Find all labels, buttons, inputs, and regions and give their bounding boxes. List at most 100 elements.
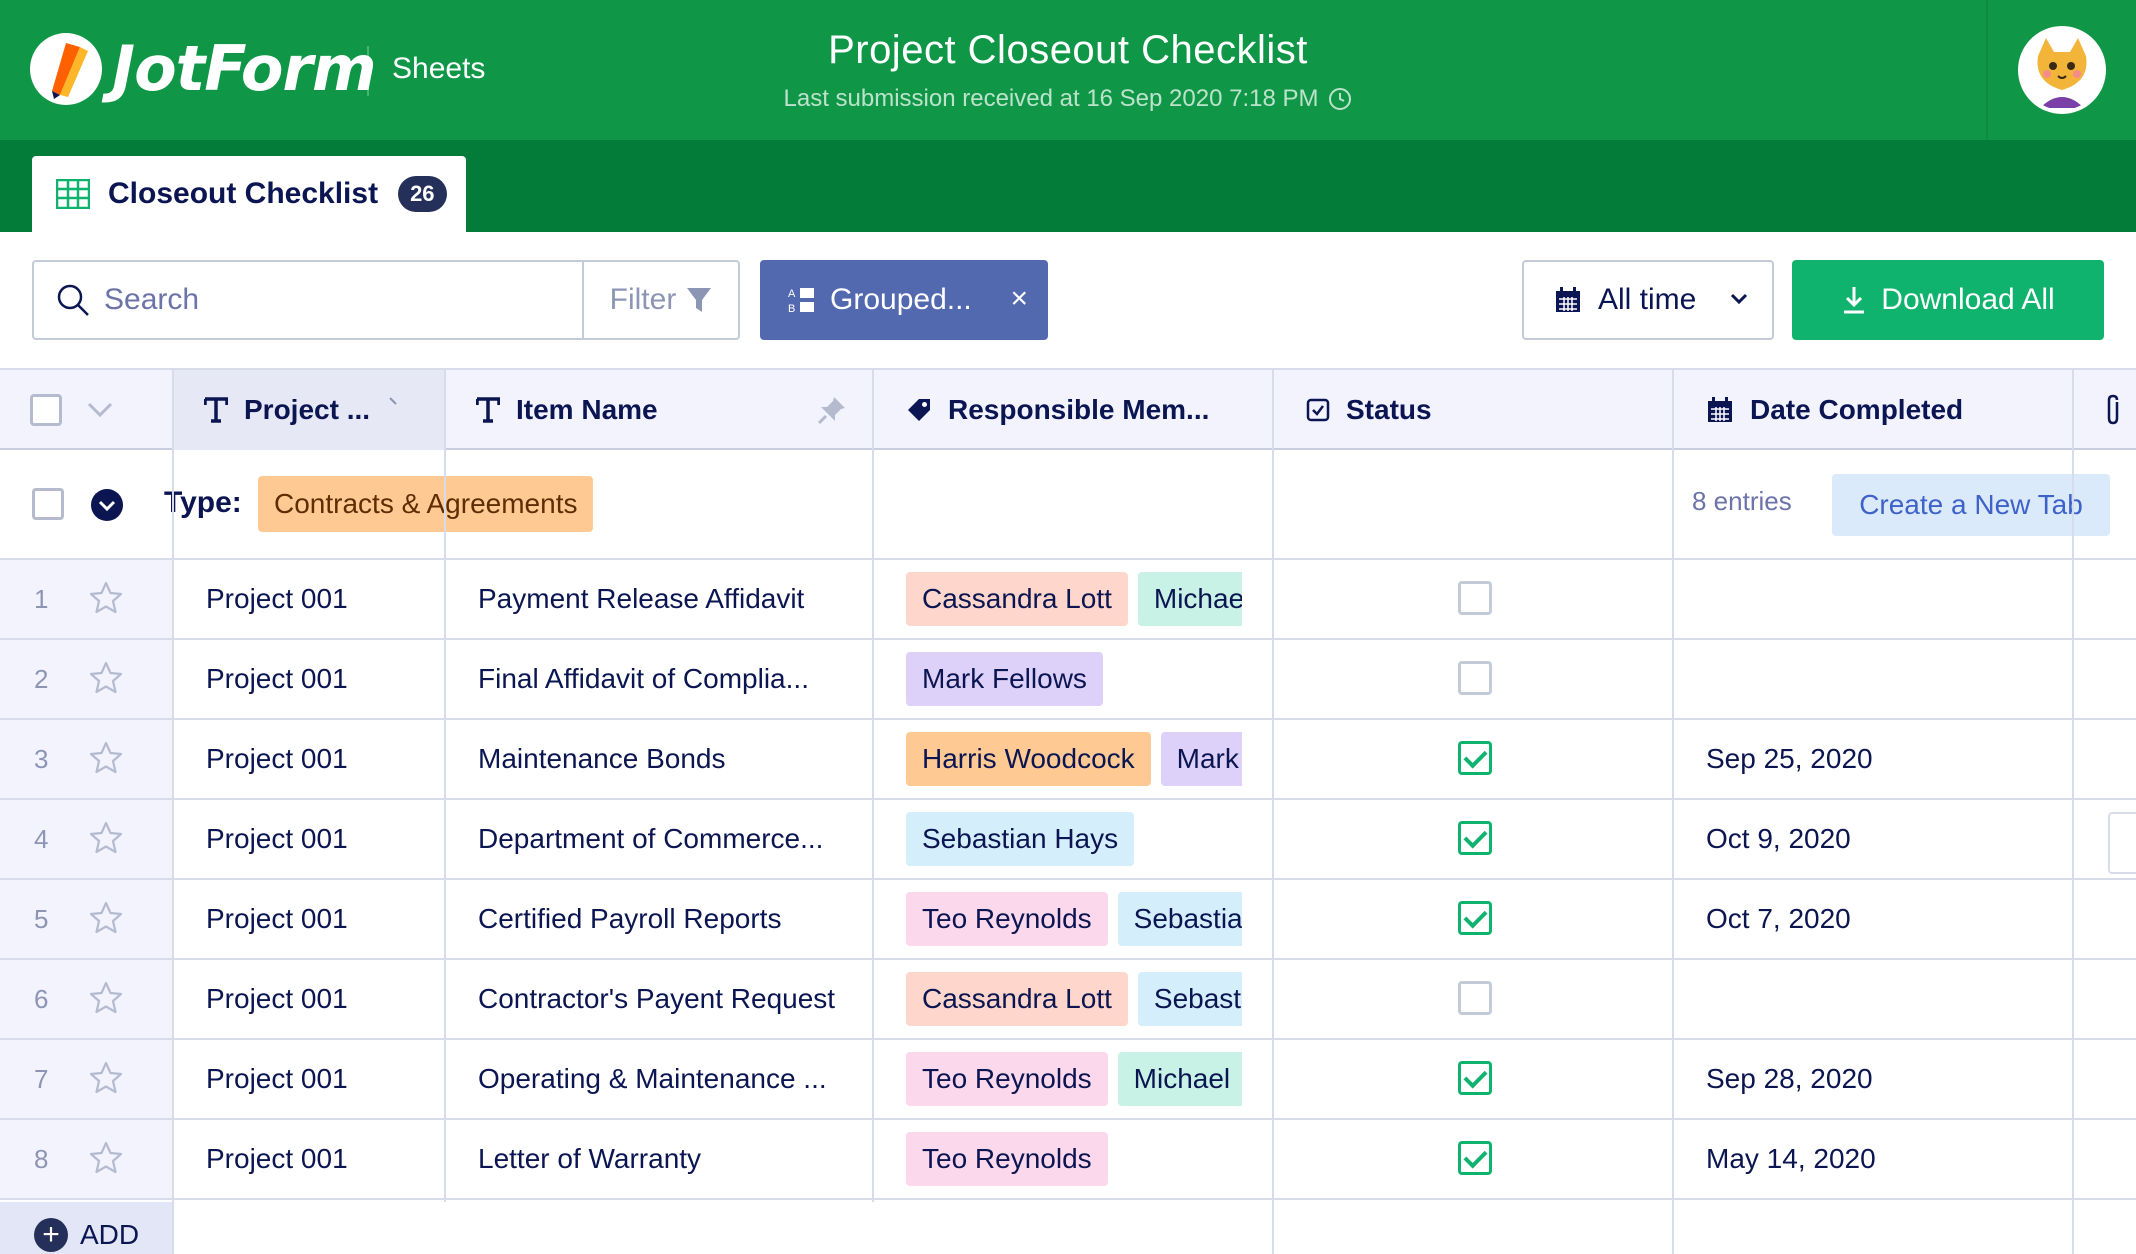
status-checkbox[interactable]	[1458, 821, 1492, 855]
chevron-down-icon[interactable]	[86, 400, 114, 420]
remove-grouping-icon[interactable]: ×	[1010, 282, 1028, 316]
table-row[interactable]: 7 Project 001 Operating & Maintenance ..…	[0, 1040, 2136, 1120]
column-header-date-completed[interactable]: Date Completed	[1674, 370, 2072, 450]
table-row[interactable]: 5 Project 001 Certified Payroll Reports …	[0, 880, 2136, 960]
collapse-group-icon[interactable]	[90, 488, 124, 522]
group-select-checkbox[interactable]	[32, 488, 64, 520]
cell-date-completed[interactable]: May 14, 2020	[1706, 1120, 2066, 1198]
star-icon[interactable]	[88, 820, 124, 856]
cell-project[interactable]: Project 001	[206, 1040, 436, 1118]
cell-responsible-members[interactable]: Harris Woodcock Mark	[906, 720, 1242, 798]
member-chip[interactable]: Mark	[1160, 732, 1242, 786]
cell-project[interactable]: Project 001	[206, 720, 436, 798]
plus-icon: +	[34, 1218, 68, 1252]
member-chip[interactable]: Cassandra Lott	[906, 972, 1128, 1026]
row-gutter: 5	[0, 880, 172, 958]
table-row[interactable]: 3 Project 001 Maintenance Bonds Harris W…	[0, 720, 2136, 800]
star-icon[interactable]	[88, 580, 124, 616]
status-checkbox[interactable]	[1458, 981, 1492, 1015]
member-chip[interactable]: Teo Reynolds	[906, 892, 1108, 946]
cell-project[interactable]: Project 001	[206, 560, 436, 638]
create-new-tab-button[interactable]: Create a New Tab	[1832, 474, 2110, 536]
cell-date-completed[interactable]: Oct 9, 2020	[1706, 800, 2066, 878]
status-checkbox[interactable]	[1458, 661, 1492, 695]
side-panel-handle[interactable]	[2108, 812, 2136, 874]
cell-date-completed[interactable]	[1706, 960, 2066, 1038]
member-chip[interactable]: Michael	[1117, 1052, 1242, 1106]
cell-responsible-members[interactable]: Mark Fellows	[906, 640, 1242, 718]
member-chip[interactable]: Sebastian Hays	[906, 812, 1135, 866]
calendar-icon	[1556, 287, 1580, 312]
member-chip[interactable]: Sebastia	[1117, 892, 1242, 946]
page-title[interactable]: Project Closeout Checklist	[0, 28, 2136, 73]
column-label: Item Name	[516, 394, 658, 425]
status-checkbox[interactable]	[1458, 1061, 1492, 1095]
star-icon[interactable]	[88, 660, 124, 696]
member-chip[interactable]: Mark Fellows	[906, 652, 1103, 706]
column-header-responsible-members[interactable]: Responsible Mem...	[874, 370, 1272, 450]
select-all-checkbox[interactable]	[30, 394, 62, 426]
cell-project[interactable]: Project 001	[206, 960, 436, 1038]
cell-project[interactable]: Project 001	[206, 1120, 436, 1198]
cell-item-name[interactable]: Operating & Maintenance ...	[478, 1040, 866, 1118]
grouped-button[interactable]: A B Grouped... ×	[760, 260, 1048, 340]
avatar[interactable]	[2018, 26, 2106, 114]
table-row[interactable]: 6 Project 001 Contractor's Payent Reques…	[0, 960, 2136, 1040]
status-checkbox[interactable]	[1458, 1141, 1492, 1175]
cell-project[interactable]: Project 001	[206, 880, 436, 958]
table-row[interactable]: 1 Project 001 Payment Release Affidavit …	[0, 560, 2136, 640]
status-checkbox[interactable]	[1458, 901, 1492, 935]
member-chip[interactable]: Sebasti	[1137, 972, 1242, 1026]
filter-button[interactable]: Filter	[582, 262, 738, 338]
row-number: 3	[34, 744, 49, 774]
download-all-button[interactable]: Download All	[1792, 260, 2104, 340]
tab-closeout-checklist[interactable]: Closeout Checklist 26	[32, 156, 466, 232]
member-chip[interactable]: Harris Woodcock	[906, 732, 1151, 786]
cell-project[interactable]: Project 001	[206, 800, 436, 878]
cell-date-completed[interactable]	[1706, 560, 2066, 638]
search-input[interactable]	[104, 270, 544, 330]
member-chip[interactable]: Cassandra Lott	[906, 572, 1128, 626]
star-icon[interactable]	[88, 740, 124, 776]
column-header-attachment[interactable]	[2074, 370, 2136, 450]
cell-date-completed[interactable]: Sep 25, 2020	[1706, 720, 2066, 798]
column-divider	[172, 368, 174, 1254]
star-icon[interactable]	[88, 900, 124, 936]
cell-responsible-members[interactable]: Teo Reynolds	[906, 1120, 1242, 1198]
table-row[interactable]: 8 Project 001 Letter of Warranty Teo Rey…	[0, 1120, 2136, 1200]
cell-item-name[interactable]: Department of Commerce...	[478, 800, 866, 878]
filter-icon	[687, 288, 712, 312]
member-chip[interactable]: Michae	[1137, 572, 1242, 626]
cell-responsible-members[interactable]: Teo Reynolds Sebastia	[906, 880, 1242, 958]
star-icon[interactable]	[88, 1140, 124, 1176]
pin-icon[interactable]	[816, 394, 848, 426]
add-row-button[interactable]: + ADD	[34, 1218, 139, 1252]
cell-responsible-members[interactable]: Teo Reynolds Michael	[906, 1040, 1242, 1118]
cell-responsible-members[interactable]: Cassandra Lott Sebasti	[906, 960, 1242, 1038]
clock-icon[interactable]	[1328, 87, 1352, 111]
cell-date-completed[interactable]: Sep 28, 2020	[1706, 1040, 2066, 1118]
status-checkbox[interactable]	[1458, 581, 1492, 615]
cell-item-name[interactable]: Letter of Warranty	[478, 1120, 866, 1198]
star-icon[interactable]	[88, 980, 124, 1016]
cell-responsible-members[interactable]: Sebastian Hays	[906, 800, 1242, 878]
column-header-project[interactable]: Project ...	[174, 370, 444, 450]
cell-item-name[interactable]: Certified Payroll Reports	[478, 880, 866, 958]
cell-responsible-members[interactable]: Cassandra Lott Michae	[906, 560, 1242, 638]
star-icon[interactable]	[88, 1060, 124, 1096]
cell-item-name[interactable]: Contractor's Payent Request	[478, 960, 866, 1038]
cell-project[interactable]: Project 001	[206, 640, 436, 718]
cell-date-completed[interactable]: Oct 7, 2020	[1706, 880, 2066, 958]
status-checkbox[interactable]	[1458, 741, 1492, 775]
cell-item-name[interactable]: Final Affidavit of Complia...	[478, 640, 866, 718]
column-header-item-name[interactable]: Item Name	[446, 370, 872, 450]
cell-date-completed[interactable]	[1706, 640, 2066, 718]
member-chip[interactable]: Teo Reynolds	[906, 1132, 1108, 1186]
cell-item-name[interactable]: Payment Release Affidavit	[478, 560, 866, 638]
table-row[interactable]: 2 Project 001 Final Affidavit of Complia…	[0, 640, 2136, 720]
member-chip[interactable]: Teo Reynolds	[906, 1052, 1108, 1106]
time-range-select[interactable]: All time	[1522, 260, 1774, 340]
cell-item-name[interactable]: Maintenance Bonds	[478, 720, 866, 798]
table-row[interactable]: 4 Project 001 Department of Commerce... …	[0, 800, 2136, 880]
column-header-status[interactable]: Status	[1274, 370, 1672, 450]
